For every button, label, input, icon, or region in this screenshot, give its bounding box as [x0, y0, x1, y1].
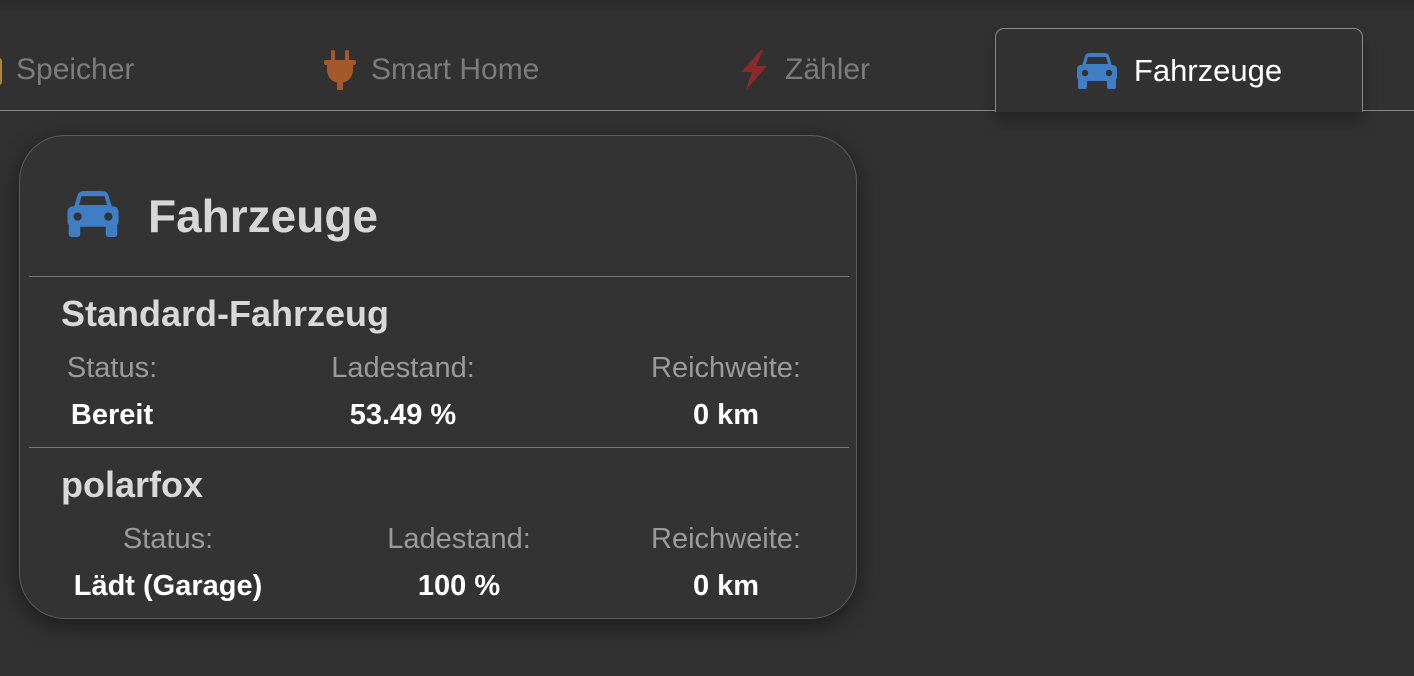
- tab-label: Zähler: [785, 52, 871, 86]
- divider: [29, 276, 849, 277]
- tab-fahrzeuge[interactable]: Fahrzeuge: [995, 28, 1363, 112]
- vehicle-name: Standard-Fahrzeug: [61, 293, 390, 334]
- range-value: 0 km: [692, 570, 760, 602]
- status-value: Bereit: [70, 399, 154, 431]
- divider: [29, 447, 849, 448]
- tab-zaehler[interactable]: Zähler: [737, 28, 870, 111]
- battery-icon: [0, 55, 2, 85]
- status-label: Status:: [66, 352, 158, 384]
- status-label: Status:: [122, 523, 214, 555]
- vehicles-card: Fahrzeuge Standard-Fahrzeug Status: Lade…: [19, 135, 857, 619]
- soc-label: Ladestand:: [387, 523, 531, 555]
- tab-label: Fahrzeuge: [1133, 52, 1283, 88]
- soc-value: 53.49 %: [349, 399, 457, 431]
- card-title: Fahrzeuge: [148, 190, 379, 242]
- card-header: Fahrzeuge: [66, 190, 379, 242]
- range-value: 0 km: [692, 399, 760, 431]
- soc-value: 100 %: [417, 570, 501, 602]
- range-label: Reichweite:: [651, 523, 801, 555]
- plug-icon: [323, 49, 357, 90]
- soc-label: Ladestand:: [331, 352, 475, 384]
- car-icon: [66, 190, 120, 242]
- range-label: Reichweite:: [651, 352, 801, 384]
- car-icon: [1076, 52, 1118, 89]
- tab-label: Speicher: [16, 52, 135, 86]
- status-value: Lädt (Garage): [73, 570, 263, 602]
- bolt-icon: [737, 49, 771, 90]
- vehicle-name: polarfox: [61, 464, 204, 505]
- tab-smart-home[interactable]: Smart Home: [323, 28, 539, 111]
- tab-bar: Speicher Smart Home Zähler Fahrzeuge: [0, 0, 1414, 112]
- tab-label: Smart Home: [371, 52, 540, 86]
- tab-speicher[interactable]: Speicher: [0, 28, 134, 111]
